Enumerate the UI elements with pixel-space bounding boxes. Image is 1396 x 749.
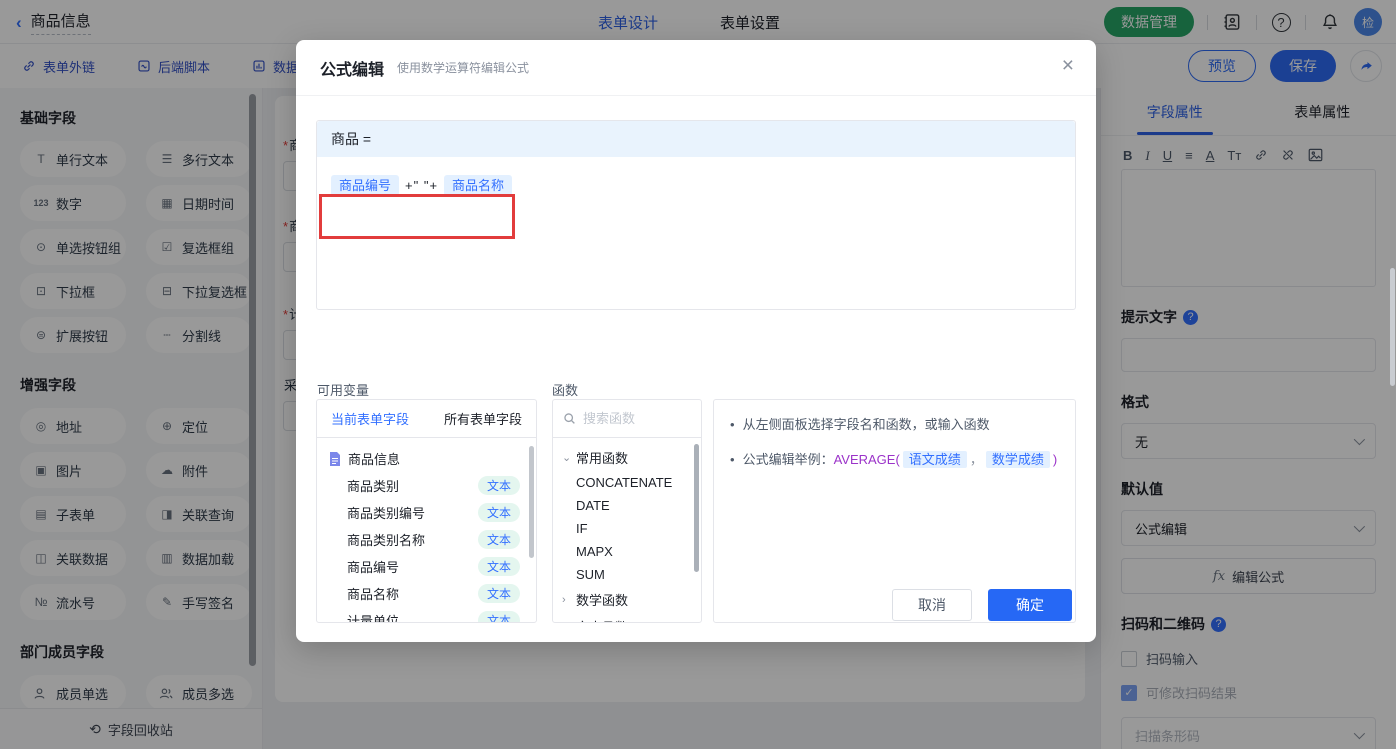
variables-scrollbar[interactable] (529, 446, 534, 558)
type-badge: 文本 (477, 584, 520, 603)
variables-label: 可用变量 (317, 383, 370, 398)
close-icon[interactable]: × (1062, 55, 1074, 76)
function-group-math[interactable]: › 数学函数 (553, 586, 701, 613)
formula-field-chip[interactable]: 商品名称 (444, 175, 513, 196)
formula-editor-box: 商品 = 商品编号 +" "+ 商品名称 (316, 120, 1076, 310)
tab-current-form-fields[interactable]: 当前表单字段 (331, 409, 409, 428)
formula-editor-modal: 公式编辑 使用数学运算符编辑公式 × 商品 = 商品编号 +" "+ 商品名称 可用… (296, 40, 1096, 642)
function-search-input[interactable] (583, 411, 683, 426)
variable-item[interactable]: 商品类别名称 文本 (317, 526, 536, 553)
chevron-collapsed-icon: › (562, 593, 566, 606)
type-badge: 文本 (477, 503, 520, 522)
tab-all-form-fields[interactable]: 所有表单字段 (444, 409, 522, 428)
variable-item[interactable]: 商品类别 文本 (317, 472, 536, 499)
example-field-chip: 数学成绩 (985, 451, 1050, 469)
function-item[interactable]: IF (553, 517, 701, 540)
example-function-close: ) (1052, 452, 1058, 468)
variable-item[interactable]: 商品类别编号 文本 (317, 499, 536, 526)
tip-line: • 从左侧面板选择字段名和函数，或输入函数 (730, 414, 1059, 436)
tree-root-item[interactable]: 商品信息 (317, 445, 536, 472)
modal-body: 商品 = 商品编号 +" "+ 商品名称 可用变量 函数 当前表单字段 所有表单字段… (296, 96, 1096, 642)
example-comma: ， (969, 452, 983, 468)
variables-panel: 当前表单字段 所有表单字段 商品信息 商品类别 文本 商品类别编号 文本 商品类别名… (316, 399, 537, 623)
variable-item[interactable]: 计量单位 文本 (317, 607, 536, 622)
formula-target: 商品 = (317, 121, 1075, 157)
function-group-common[interactable]: ⌄ 常用函数 (553, 444, 701, 471)
search-icon (564, 413, 575, 424)
modal-footer: 取消 确定 (892, 589, 1072, 621)
tip-example-line: • 公式编辑举例：AVERAGE(语文成绩，数学成绩) (730, 449, 1059, 471)
type-badge: 文本 (477, 530, 520, 549)
chevron-expanded-icon: ⌄ (562, 452, 572, 464)
type-badge: 文本 (477, 611, 520, 622)
functions-tree: ⌄ 常用函数 CONCATENATE DATE IF MAPX SUM › 数学函数… (553, 438, 701, 623)
variable-item[interactable]: 商品编号 文本 (317, 553, 536, 580)
function-search[interactable] (553, 400, 701, 438)
bullet: • (730, 452, 735, 468)
formula-input-area[interactable]: 商品编号 +" "+ 商品名称 (317, 157, 1075, 239)
variable-item[interactable]: 商品名称 文本 (317, 580, 536, 607)
confirm-button[interactable]: 确定 (988, 589, 1072, 621)
variables-tree: 商品信息 商品类别 文本 商品类别编号 文本 商品类别名称 文本 商品编号 文本 商品名… (317, 438, 536, 622)
modal-title: 公式编辑 (320, 61, 385, 79)
type-badge: 文本 (477, 557, 520, 576)
functions-panel: ⌄常用函数 CONCATENATE DATE IF MAPX SUM ›数学函数… (552, 399, 702, 623)
formula-operator[interactable]: +" "+ (405, 178, 438, 193)
example-field-chip: 语文成绩 (902, 451, 967, 469)
window-scrollbar[interactable] (1390, 268, 1395, 386)
cancel-button[interactable]: 取消 (892, 589, 972, 621)
annotation-highlight-box (319, 194, 515, 239)
functions-label: 函数 (552, 383, 579, 398)
modal-subtitle: 使用数学运算符编辑公式 (397, 61, 530, 75)
example-function-open: AVERAGE( (833, 452, 900, 468)
function-item[interactable]: DATE (553, 494, 701, 517)
bullet: • (730, 417, 735, 432)
functions-scrollbar[interactable] (694, 444, 699, 572)
formula-field-chip[interactable]: 商品编号 (331, 175, 400, 196)
type-badge: 文本 (477, 476, 520, 495)
function-item[interactable]: CONCATENATE (553, 471, 701, 494)
function-item[interactable]: SUM (553, 563, 701, 586)
document-icon (330, 451, 340, 466)
function-group-text[interactable]: ›文本函数 (553, 613, 701, 623)
chevron-collapsed-icon: › (562, 621, 571, 623)
modal-header: 公式编辑 使用数学运算符编辑公式 × (296, 40, 1096, 96)
function-item[interactable]: MAPX (553, 540, 701, 563)
variables-tabs: 当前表单字段 所有表单字段 (317, 400, 536, 438)
